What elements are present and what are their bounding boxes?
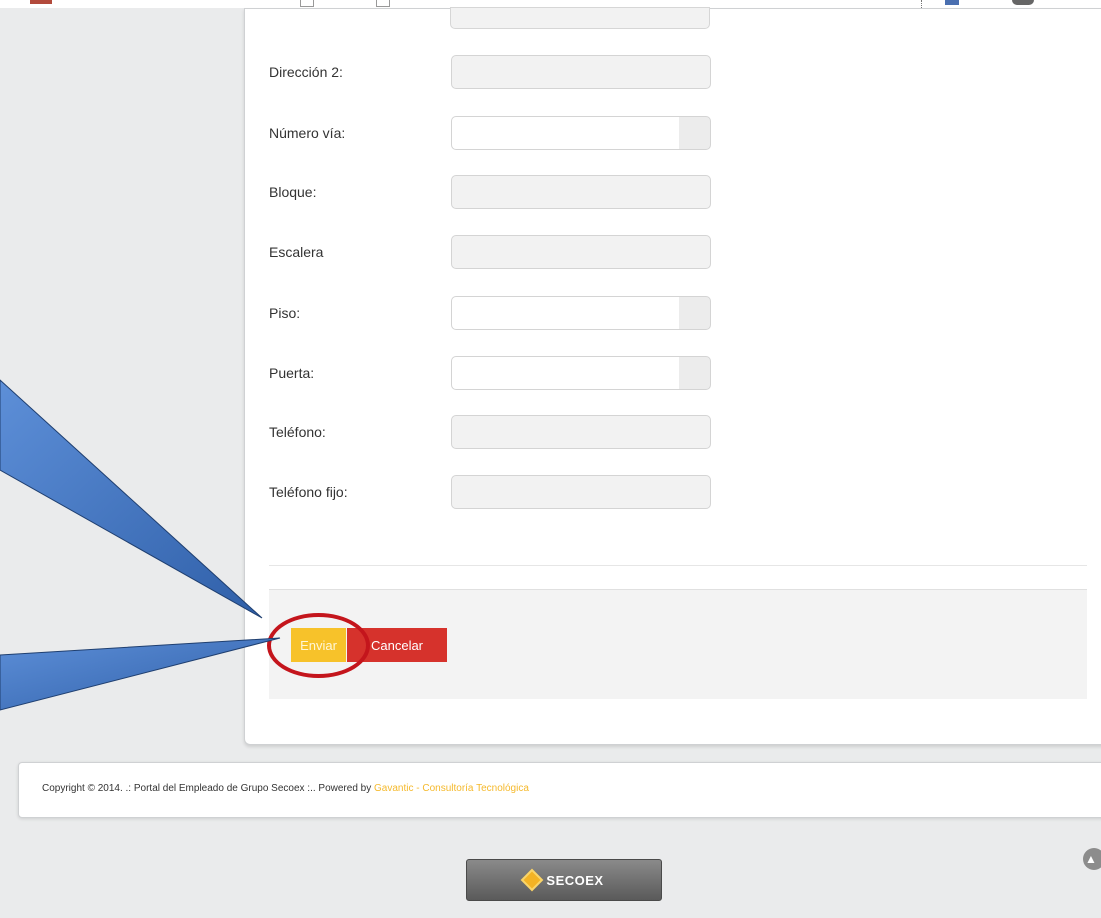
footer-text: Copyright © 2014. .: Portal del Empleado… (42, 783, 529, 794)
callout-arrow-upper (0, 379, 263, 619)
checkbox-icon[interactable] (376, 0, 390, 7)
checkbox-icon[interactable] (300, 0, 314, 7)
gavantic-link[interactable]: Gavantic - Consultoría Tecnológica (374, 783, 529, 794)
chevron-up-icon[interactable]: ▲ (1083, 848, 1101, 870)
bloque-input[interactable] (451, 175, 711, 209)
direccion-2-input[interactable] (451, 55, 711, 89)
field-label: Teléfono: (269, 424, 326, 440)
callout-arrow-lower (0, 637, 281, 711)
form-row-numero-via: Número vía: (269, 116, 749, 150)
page-footer: Copyright © 2014. .: Portal del Empleado… (18, 762, 1101, 818)
form-row-puerta: Puerta: (269, 356, 749, 390)
piso-input[interactable] (451, 296, 711, 330)
form-row-piso: Piso: (269, 296, 749, 330)
form-row-escalera: Escalera (269, 235, 749, 269)
field-label: Escalera (269, 244, 324, 260)
flag-icon (30, 0, 52, 4)
field-label: Número vía: (269, 125, 346, 141)
secoex-logo-button[interactable]: SECOEX (466, 859, 662, 901)
logo-text: SECOEX (546, 872, 604, 888)
diamond-logo-icon (521, 868, 544, 892)
puerta-input[interactable] (451, 356, 711, 390)
field-label: Bloque: (269, 184, 317, 200)
toolbar-icon[interactable] (1012, 0, 1034, 5)
toolbar-icon[interactable] (945, 0, 959, 5)
form-row-direccion-2: Dirección 2: (269, 55, 749, 89)
form-row-bloque: Bloque: (269, 175, 749, 209)
telefono-fijo-input[interactable] (451, 475, 711, 509)
field-label: Dirección 2: (269, 64, 343, 80)
telefono-input[interactable] (451, 415, 711, 449)
numero-via-input[interactable] (451, 116, 711, 150)
field-label: Piso: (269, 305, 301, 321)
copyright-text: Copyright © 2014. .: Portal del Empleado… (42, 783, 374, 794)
form-row-telefono-fijo: Teléfono fijo: (269, 475, 749, 509)
cancel-button[interactable]: Cancelar (347, 628, 447, 662)
form-actions: Enviar Cancelar (269, 589, 1087, 699)
previous-field-input[interactable] (450, 7, 710, 29)
field-label: Teléfono fijo: (269, 484, 348, 500)
form-row-telefono: Teléfono: (269, 415, 749, 449)
toolbar-separator (921, 0, 922, 8)
escalera-input[interactable] (451, 235, 711, 269)
field-label: Puerta: (269, 365, 315, 381)
form-divider (269, 565, 1087, 566)
address-form-card: Dirección 2: Número vía: Bloque: Escaler… (244, 7, 1101, 745)
send-button[interactable]: Enviar (291, 628, 346, 662)
